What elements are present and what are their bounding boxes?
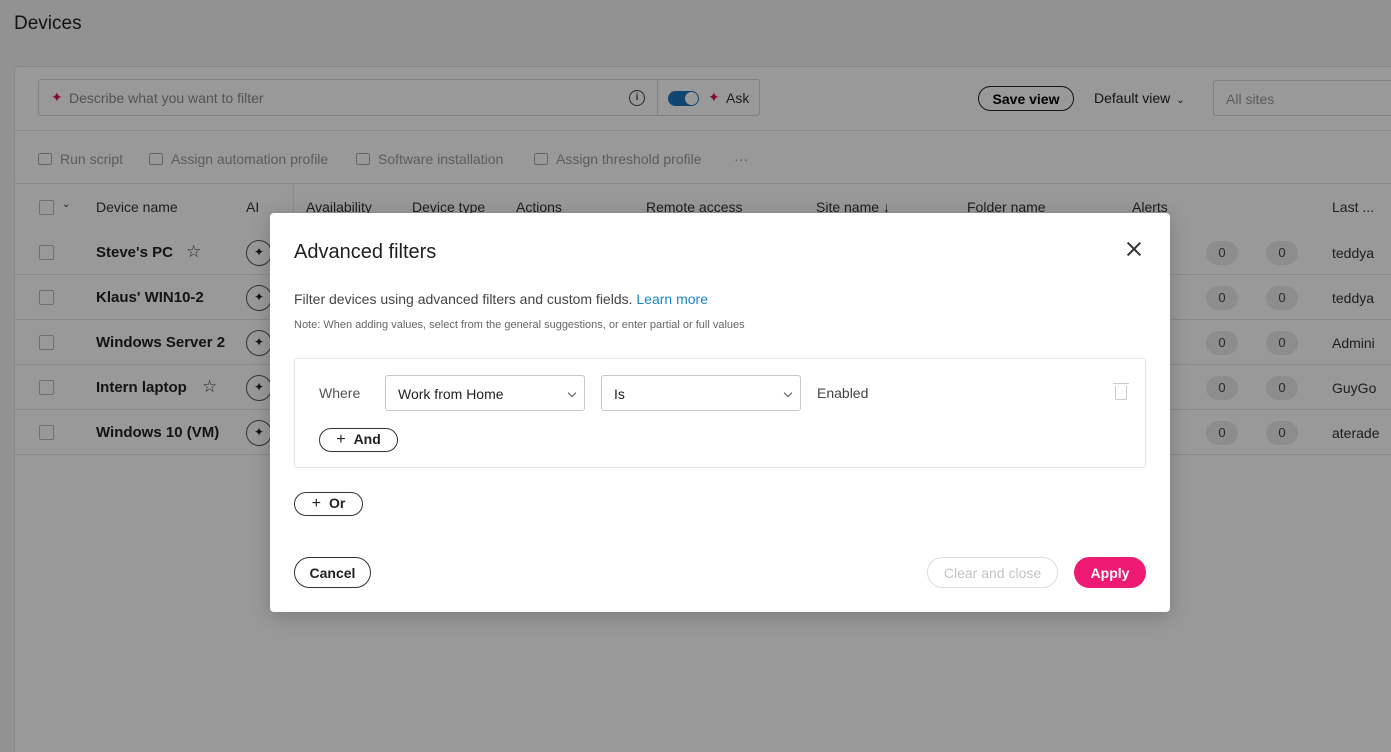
- where-label: Where: [319, 385, 361, 401]
- filter-group: Where Work from Home Is Enabled + And: [294, 358, 1146, 468]
- trash-icon[interactable]: [1113, 383, 1129, 400]
- plus-icon: +: [311, 495, 321, 512]
- add-and-button[interactable]: + And: [319, 428, 398, 452]
- advanced-filters-dialog: Advanced filters Filter devices using ad…: [270, 213, 1170, 612]
- operator-select[interactable]: Is: [601, 375, 801, 411]
- apply-button[interactable]: Apply: [1074, 557, 1146, 588]
- plus-icon: +: [336, 431, 346, 448]
- clear-and-close-button[interactable]: Clear and close: [927, 557, 1058, 588]
- close-icon[interactable]: [1125, 240, 1143, 258]
- cancel-button[interactable]: Cancel: [294, 557, 371, 588]
- condition-value[interactable]: Enabled: [817, 385, 868, 401]
- field-select[interactable]: Work from Home: [385, 375, 585, 411]
- and-label: And: [353, 431, 381, 447]
- field-select-value: Work from Home: [398, 386, 504, 402]
- add-or-button[interactable]: + Or: [294, 492, 363, 516]
- dialog-note: Note: When adding values, select from th…: [294, 319, 745, 331]
- learn-more-link[interactable]: Learn more: [636, 291, 708, 307]
- dialog-description: Filter devices using advanced filters an…: [294, 291, 708, 307]
- description-text: Filter devices using advanced filters an…: [294, 291, 633, 307]
- or-label: Or: [329, 495, 346, 511]
- chevron-down-icon: [567, 388, 577, 398]
- dialog-title: Advanced filters: [294, 241, 437, 263]
- chevron-down-icon: [783, 388, 793, 398]
- operator-select-value: Is: [614, 386, 625, 402]
